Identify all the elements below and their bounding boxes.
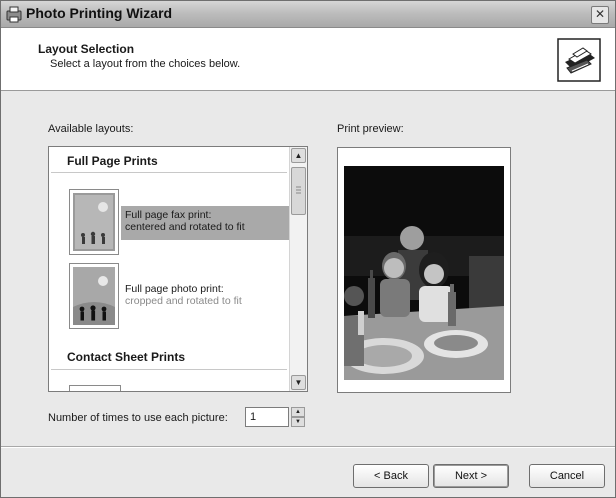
chevron-down-icon: ▼ (294, 378, 303, 387)
group-divider (51, 369, 287, 370)
cancel-button[interactable]: Cancel (529, 464, 605, 488)
scroll-up-button[interactable]: ▲ (291, 148, 306, 163)
wizard-header: Layout Selection Select a layout from th… (1, 28, 615, 91)
title-bar[interactable]: Photo Printing Wizard ✕ (1, 1, 615, 28)
photo-print-desc: cropped and rotated to fit (125, 295, 242, 307)
footer-divider (1, 446, 615, 448)
list-item-label: Full page fax print: centered and rotate… (121, 206, 291, 240)
fax-print-thumbnail (69, 189, 119, 255)
photo-print-thumbnail (69, 263, 119, 329)
print-preview-label: Print preview: (337, 123, 404, 135)
list-item-label: Full page photo print: cropped and rotat… (121, 280, 291, 314)
close-icon: ✕ (594, 7, 606, 21)
printer-icon (557, 38, 601, 82)
spinner-down-button[interactable]: ▼ (291, 417, 305, 427)
group-title-full-page-prints: Full Page Prints (67, 154, 158, 168)
print-preview-pane (337, 147, 511, 393)
copies-spinner-input[interactable]: 1 (245, 407, 289, 427)
fax-print-title: Full page fax print: (125, 209, 212, 221)
copies-label: Number of times to use each picture: (48, 412, 228, 424)
preview-photo (344, 166, 504, 380)
copies-spinner[interactable]: ▲ ▼ (291, 407, 305, 427)
photo-print-title: Full page photo print: (125, 283, 224, 295)
group-title-contact-sheet-prints: Contact Sheet Prints (67, 350, 186, 364)
window-title: Photo Printing Wizard (26, 5, 173, 21)
next-button[interactable]: Next > (433, 464, 509, 488)
contact-sheet-thumbnail[interactable] (69, 385, 121, 391)
spinner-up-button[interactable]: ▲ (291, 407, 305, 417)
page-title: Layout Selection (38, 42, 135, 56)
page-subtitle: Select a layout from the choices below. (50, 58, 241, 70)
scroll-down-button[interactable]: ▼ (291, 375, 306, 390)
chevron-up-icon: ▲ (294, 151, 303, 160)
close-button[interactable]: ✕ (591, 6, 609, 24)
available-layouts-label: Available layouts: (48, 123, 134, 135)
group-divider (51, 172, 287, 173)
fax-print-desc: centered and rotated to fit (125, 221, 245, 233)
wizard-app-icon (6, 6, 22, 23)
layouts-scrollbar[interactable]: ▲ ▼ (289, 147, 307, 391)
chevron-down-icon: ▼ (295, 419, 301, 425)
photo-printing-wizard-window: Photo Printing Wizard ✕ Layout Selection… (0, 0, 616, 498)
grip-icon (296, 186, 301, 194)
chevron-up-icon: ▲ (295, 409, 301, 415)
back-button[interactable]: < Back (353, 464, 429, 488)
scroll-thumb[interactable] (291, 167, 306, 215)
layouts-listbox[interactable]: Full Page Prints Full page fax print: ce… (48, 146, 308, 392)
